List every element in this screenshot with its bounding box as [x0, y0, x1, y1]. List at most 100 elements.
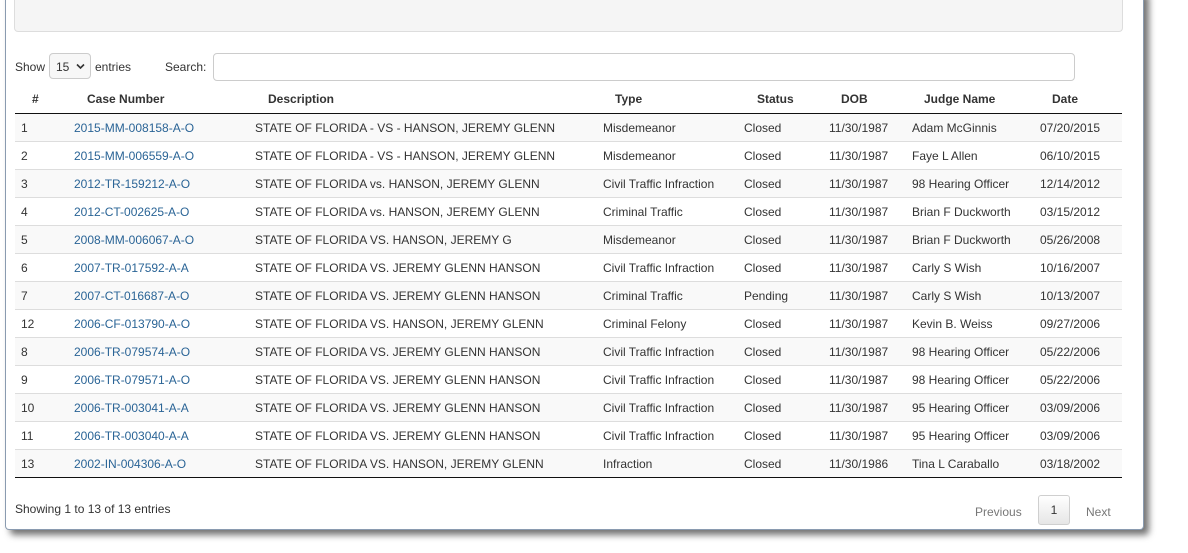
- cell-judge-name: 98 Hearing Officer: [911, 365, 1039, 394]
- cell-case-type: Misdemeanor: [602, 141, 743, 170]
- case-number-link[interactable]: 2012-CT-002625-A-O: [74, 205, 189, 219]
- case-number-link[interactable]: 2012-TR-159212-A-O: [74, 177, 190, 191]
- column-header-status[interactable]: Status: [743, 85, 828, 114]
- cell-dob: 11/30/1987: [828, 253, 911, 282]
- column-header-dob[interactable]: DOB: [828, 85, 911, 114]
- cell-description: STATE OF FLORIDA VS. JEREMY GLENN HANSON: [251, 253, 602, 282]
- table-controls: Show 15 entries Search:: [15, 53, 1077, 81]
- page-length-select[interactable]: 15: [49, 53, 91, 79]
- cell-case-number-link: 2006-TR-079574-A-O: [69, 337, 251, 366]
- cell-case-number-link: 2006-TR-079571-A-O: [69, 365, 251, 394]
- cell-case-status: Closed: [743, 113, 828, 142]
- column-header-case-number[interactable]: Case Number: [69, 85, 251, 114]
- table-row: 13 2002-IN-004306-A-O STATE OF FLORIDA VS.…: [15, 449, 1122, 478]
- table-row: 8 2006-TR-079574-A-O STATE OF FLORIDA VS. …: [15, 337, 1122, 366]
- previous-page-button[interactable]: Previous: [975, 505, 1022, 519]
- case-number-link[interactable]: 2006-TR-003041-A-A: [74, 401, 189, 415]
- cell-case-date: 05/26/2008: [1039, 225, 1122, 254]
- cell-dob: 11/30/1987: [828, 169, 911, 198]
- cell-case-type: Civil Traffic Infraction: [602, 421, 743, 450]
- cell-description: STATE OF FLORIDA - VS - HANSON, JEREMY G…: [251, 113, 602, 142]
- table-row: 12 2006-CF-013790-A-O STATE OF FLORIDA VS.…: [15, 309, 1122, 338]
- cell-row-number: 6: [15, 253, 69, 282]
- cell-judge-name: Kevin B. Weiss: [911, 309, 1039, 338]
- cell-case-status: Closed: [743, 337, 828, 366]
- cell-row-number: 11: [15, 421, 69, 450]
- cell-case-type: Civil Traffic Infraction: [602, 169, 743, 198]
- table-row: 6 2007-TR-017592-A-A STATE OF FLORIDA VS. …: [15, 253, 1122, 282]
- table-row: 3 2012-TR-159212-A-O STATE OF FLORIDA vs. …: [15, 169, 1122, 198]
- show-label: Show: [15, 60, 46, 74]
- cell-case-date: 09/27/2006: [1039, 309, 1122, 338]
- cell-judge-name: Faye L Allen: [911, 141, 1039, 170]
- page-button-current[interactable]: 1: [1038, 495, 1070, 525]
- cell-case-date: 03/09/2006: [1039, 393, 1122, 422]
- table-body: 1 2015-MM-008158-A-O STATE OF FLORIDA - VS…: [15, 113, 1122, 478]
- case-number-link[interactable]: 2006-TR-003040-A-A: [74, 429, 189, 443]
- table-row: 5 2008-MM-006067-A-O STATE OF FLORIDA VS. …: [15, 225, 1122, 254]
- cell-dob: 11/30/1987: [828, 281, 911, 310]
- cell-description: STATE OF FLORIDA VS. HANSON, JEREMY GLEN…: [251, 309, 602, 338]
- cell-case-status: Closed: [743, 197, 828, 226]
- cell-case-date: 06/10/2015: [1039, 141, 1122, 170]
- case-number-link[interactable]: 2015-MM-006559-A-O: [74, 149, 194, 163]
- cell-row-number: 10: [15, 393, 69, 422]
- cell-row-number: 3: [15, 169, 69, 198]
- column-header-date[interactable]: Date: [1039, 85, 1122, 114]
- case-number-link[interactable]: 2006-TR-079571-A-O: [74, 373, 190, 387]
- cell-dob: 11/30/1987: [828, 141, 911, 170]
- table-row: 2 2015-MM-006559-A-O STATE OF FLORIDA - VS…: [15, 141, 1122, 170]
- cell-case-type: Criminal Felony: [602, 309, 743, 338]
- cell-case-date: 10/16/2007: [1039, 253, 1122, 282]
- cell-judge-name: Adam McGinnis: [911, 113, 1039, 142]
- cell-case-type: Misdemeanor: [602, 225, 743, 254]
- next-page-button[interactable]: Next: [1086, 505, 1111, 519]
- cell-judge-name: Carly S Wish: [911, 281, 1039, 310]
- cell-description: STATE OF FLORIDA VS. JEREMY GLENN HANSON: [251, 393, 602, 422]
- cell-description: STATE OF FLORIDA VS. JEREMY GLENN HANSON: [251, 365, 602, 394]
- table-info: Showing 1 to 13 of 13 entries: [15, 502, 171, 516]
- header-row: # Case Number Description Type Status DO…: [15, 85, 1122, 114]
- cell-case-date: 05/22/2006: [1039, 365, 1122, 394]
- cell-judge-name: 95 Hearing Officer: [911, 393, 1039, 422]
- cell-dob: 11/30/1987: [828, 225, 911, 254]
- column-header-description[interactable]: Description: [251, 85, 602, 114]
- cell-dob: 11/30/1986: [828, 449, 911, 478]
- cell-case-number-link: 2015-MM-006559-A-O: [69, 141, 251, 170]
- cell-description: STATE OF FLORIDA VS. HANSON, JEREMY GLEN…: [251, 449, 602, 478]
- search-input[interactable]: [213, 53, 1075, 81]
- cell-dob: 11/30/1987: [828, 309, 911, 338]
- cell-row-number: 8: [15, 337, 69, 366]
- cell-judge-name: 98 Hearing Officer: [911, 337, 1039, 366]
- cell-case-type: Civil Traffic Infraction: [602, 393, 743, 422]
- case-number-link[interactable]: 2002-IN-004306-A-O: [74, 457, 186, 471]
- case-number-link[interactable]: 2006-CF-013790-A-O: [74, 317, 190, 331]
- cell-case-number-link: 2012-CT-002625-A-O: [69, 197, 251, 226]
- filter-box: [14, 0, 1123, 32]
- case-number-link[interactable]: 2008-MM-006067-A-O: [74, 233, 194, 247]
- case-number-link[interactable]: 2007-CT-016687-A-O: [74, 289, 189, 303]
- cell-case-status: Closed: [743, 393, 828, 422]
- cell-case-type: Misdemeanor: [602, 113, 743, 142]
- cell-case-status: Closed: [743, 449, 828, 478]
- case-number-link[interactable]: 2006-TR-079574-A-O: [74, 345, 190, 359]
- cell-case-type: Criminal Traffic: [602, 281, 743, 310]
- entries-label: entries: [95, 60, 132, 74]
- cell-case-number-link: 2006-TR-003041-A-A: [69, 393, 251, 422]
- case-number-link[interactable]: 2007-TR-017592-A-A: [74, 261, 189, 275]
- cell-judge-name: Brian F Duckworth: [911, 197, 1039, 226]
- cell-dob: 11/30/1987: [828, 113, 911, 142]
- column-header-number[interactable]: #: [15, 85, 69, 114]
- case-number-link[interactable]: 2015-MM-008158-A-O: [74, 121, 194, 135]
- cell-case-number-link: 2007-TR-017592-A-A: [69, 253, 251, 282]
- cell-row-number: 9: [15, 365, 69, 394]
- cell-case-number-link: 2006-TR-003040-A-A: [69, 421, 251, 450]
- cell-case-date: 10/13/2007: [1039, 281, 1122, 310]
- table-row: 1 2015-MM-008158-A-O STATE OF FLORIDA - VS…: [15, 113, 1122, 142]
- column-header-judge-name[interactable]: Judge Name: [911, 85, 1039, 114]
- cell-case-status: Closed: [743, 253, 828, 282]
- cell-judge-name: 98 Hearing Officer: [911, 169, 1039, 198]
- cell-case-date: 12/14/2012: [1039, 169, 1122, 198]
- column-header-type[interactable]: Type: [602, 85, 743, 114]
- cell-row-number: 12: [15, 309, 69, 338]
